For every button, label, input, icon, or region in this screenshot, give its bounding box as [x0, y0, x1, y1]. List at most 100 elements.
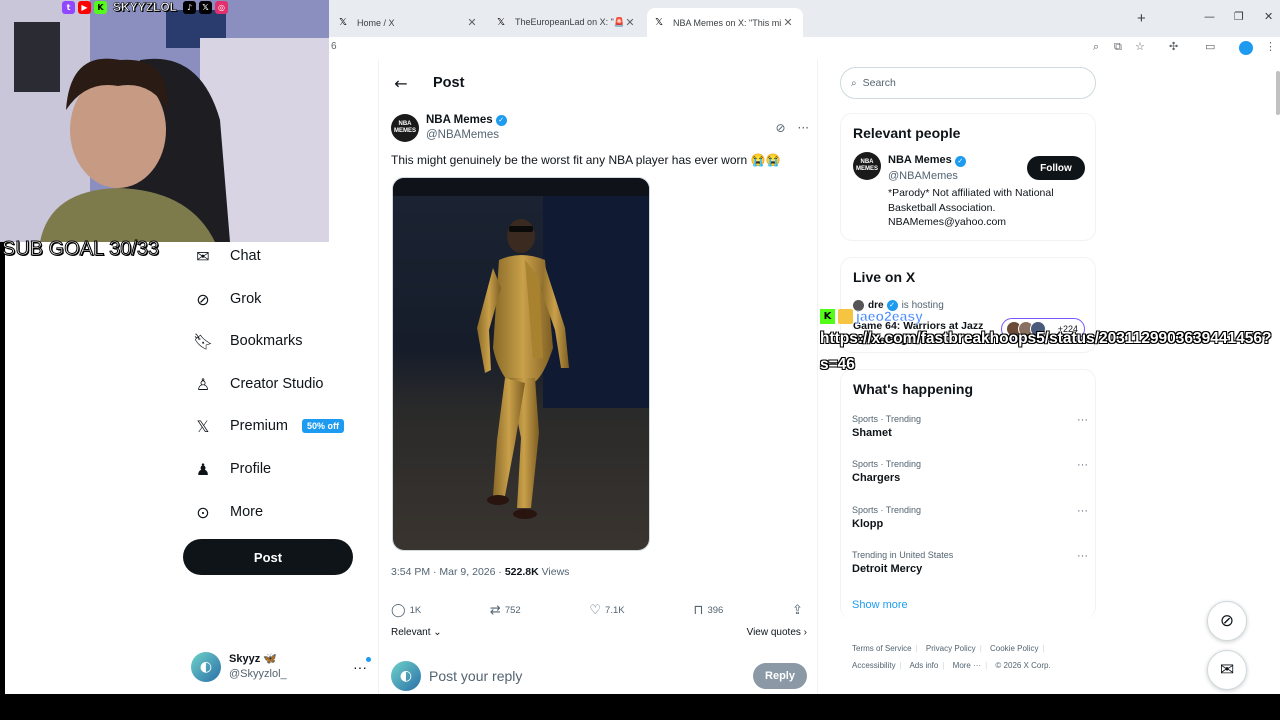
profile-icon[interactable] [1239, 41, 1253, 55]
close-window-icon[interactable]: ✕ [1264, 10, 1273, 23]
share-action[interactable]: ⇪ [792, 603, 807, 618]
scrollbar[interactable] [1276, 71, 1280, 115]
post-author: NBA MEMES NBA Memes ✓ @NBAMemes ⊘ ··· [391, 111, 809, 145]
nav-bookmarks[interactable]: 🔖︎ Bookmarks [192, 326, 303, 356]
tab-home[interactable]: 𝕏 Home / X ✕ [331, 8, 487, 37]
tab-title: NBA Memes on X: "This might... [673, 17, 781, 28]
trend-item[interactable]: Sports · Trending Klopp ··· [852, 505, 1092, 539]
youtube-icon: ▶ [78, 0, 91, 14]
social-handles-bar: t ▶ K SKYYZLOL ♪ 𝕏 ◎ [62, 0, 229, 14]
nav-creator-studio[interactable]: ♙ Creator Studio [192, 369, 324, 399]
show-more-link[interactable]: Show more [852, 599, 908, 611]
person-avatar[interactable]: NBA MEMES [853, 152, 881, 180]
footer-link[interactable]: More ··· [953, 661, 981, 670]
url-fragment: 6 [331, 41, 337, 52]
footer-link[interactable]: Ads info [909, 661, 938, 670]
grok-explain-icon[interactable]: ⊘ [775, 121, 785, 135]
nav-label: Profile [230, 461, 272, 477]
account-name: Skyyz 🦋 [229, 653, 277, 665]
person-icon: ♟ [195, 459, 211, 479]
post-button[interactable]: Post [183, 539, 353, 575]
nav-premium[interactable]: 𝕏 Premium 50% off [192, 411, 345, 441]
reply-bubble-icon: ◯ [391, 602, 406, 618]
messages-float-button[interactable]: ✉ [1207, 650, 1247, 690]
trend-item[interactable]: Trending in United States Detroit Mercy … [852, 550, 1092, 584]
footer-link[interactable]: Terms of Service [852, 644, 912, 653]
cast-icon[interactable]: ⧉ [1114, 40, 1122, 54]
trend-item[interactable]: Sports · Trending Chargers ··· [852, 459, 1092, 493]
nav-more[interactable]: ⊙ More [192, 497, 263, 527]
twitch-icon: t [62, 0, 75, 14]
streamer-name: SKYYZLOL [113, 0, 178, 14]
back-arrow-icon[interactable]: ← [381, 74, 421, 93]
bookmark-action[interactable]: ⊓ 396 [693, 603, 723, 618]
more-dots-icon[interactable]: ··· [1077, 459, 1088, 471]
view-quotes-link[interactable]: View quotes › [747, 627, 807, 638]
instagram-icon: ◎ [215, 0, 229, 14]
star-icon[interactable]: ☆ [1135, 40, 1145, 53]
tab-title: TheEuropeanLad on X: "🚨BWTF [515, 17, 623, 27]
footer-link[interactable]: Privacy Policy [926, 644, 976, 653]
page-title: Post [433, 75, 465, 91]
trend-item[interactable]: Sports · Trending Shamet ··· [852, 414, 1092, 448]
person-bio: *Parody* Not affiliated with National Ba… [888, 187, 1054, 228]
author-avatar[interactable]: NBA MEMES [391, 114, 419, 142]
tiktok-icon: ♪ [183, 0, 197, 14]
follow-button[interactable]: Follow [1027, 156, 1085, 180]
restore-icon[interactable]: ❐ [1234, 10, 1244, 23]
x-logo-icon: 𝕏 [199, 0, 213, 14]
live-title: Live on X [853, 269, 916, 285]
more-circle-icon: ⊙ [196, 502, 210, 522]
more-dots-icon[interactable]: ··· [1077, 505, 1088, 517]
nav-profile[interactable]: ♟ Profile [192, 454, 271, 484]
more-options-icon[interactable]: ··· [798, 121, 809, 135]
share-icon: ⇪ [792, 602, 803, 618]
like-action[interactable]: ♡ 7.1K [589, 603, 624, 618]
more-dots-icon[interactable]: ··· [1077, 414, 1088, 426]
new-tab-button[interactable]: + [1137, 10, 1146, 27]
repost-icon: ⇄ [489, 602, 501, 618]
close-tab-icon[interactable]: ✕ [465, 16, 479, 29]
minimize-icon[interactable]: — [1204, 10, 1215, 23]
streamer-webcam-feed [0, 0, 329, 242]
chevron-down-icon: ⌄ [433, 627, 442, 638]
footer-link[interactable]: Accessibility [852, 661, 896, 670]
tab-nba-memes[interactable]: 𝕏 NBA Memes on X: "This might... ✕ [647, 8, 803, 37]
nav-label: Premium [230, 418, 289, 434]
webcam-overlay: t ▶ K SKYYZLOL ♪ 𝕏 ◎ [0, 0, 329, 242]
reply-button[interactable]: Reply [753, 663, 807, 689]
grok-float-button[interactable]: ⊘ [1207, 601, 1247, 641]
post-image[interactable] [392, 177, 650, 551]
address-bar[interactable]: 6 ⌕ ⧉ ☆ ✣ ▭ ⋮ [329, 37, 1280, 59]
reply-sort-row: Relevant ⌄ View quotes › [391, 627, 807, 638]
reply-input[interactable]: Post your reply [429, 668, 753, 684]
close-tab-icon[interactable]: ✕ [623, 16, 637, 29]
account-switcher[interactable]: ◐ Skyyz 🦋 @Skyyzlol_ ··· [191, 649, 371, 685]
footer-link[interactable]: Cookie Policy [990, 644, 1038, 653]
search-input[interactable]: ⌕ Search [840, 67, 1096, 99]
repost-action[interactable]: ⇄ 752 [490, 603, 521, 618]
nav-grok[interactable]: ⊘ Grok [192, 284, 261, 314]
side-panel-icon[interactable]: ▭ [1205, 40, 1215, 53]
tab-european-lad[interactable]: 𝕏 TheEuropeanLad on X: "🚨BWTF ✕ [489, 8, 645, 37]
person-handle[interactable]: @NBAMemes [888, 170, 958, 182]
extensions-icon[interactable]: ✣ [1169, 40, 1178, 53]
post-column: ← Post NBA MEMES NBA Memes ✓ @NBAMemes ⊘ … [378, 59, 818, 694]
sort-dropdown[interactable]: Relevant ⌄ [391, 627, 442, 638]
avatar: ◐ [191, 652, 221, 682]
zoom-icon[interactable]: ⌕ [1093, 40, 1099, 54]
author-name[interactable]: NBA Memes ✓ [426, 113, 507, 128]
nav-label: Grok [230, 291, 262, 307]
nav-chat[interactable]: ✉ Chat [192, 241, 260, 271]
person-name[interactable]: NBA Memes ✓ [888, 154, 966, 167]
reply-action[interactable]: ◯ 1K [391, 603, 421, 618]
more-dots-icon[interactable]: ··· [353, 657, 371, 675]
chat-icon: ✉ [196, 246, 210, 266]
author-handle[interactable]: @NBAMemes [426, 129, 499, 141]
kebab-menu-icon[interactable]: ⋮ [1265, 40, 1276, 53]
close-tab-icon[interactable]: ✕ [781, 16, 795, 29]
chat-overlay: K jaeo2easy https://x.com/fastbreakhoops… [820, 306, 1280, 378]
more-dots-icon[interactable]: ··· [1077, 550, 1088, 562]
whats-happening-title: What's happening [853, 381, 973, 397]
x-favicon-icon: 𝕏 [339, 17, 348, 28]
